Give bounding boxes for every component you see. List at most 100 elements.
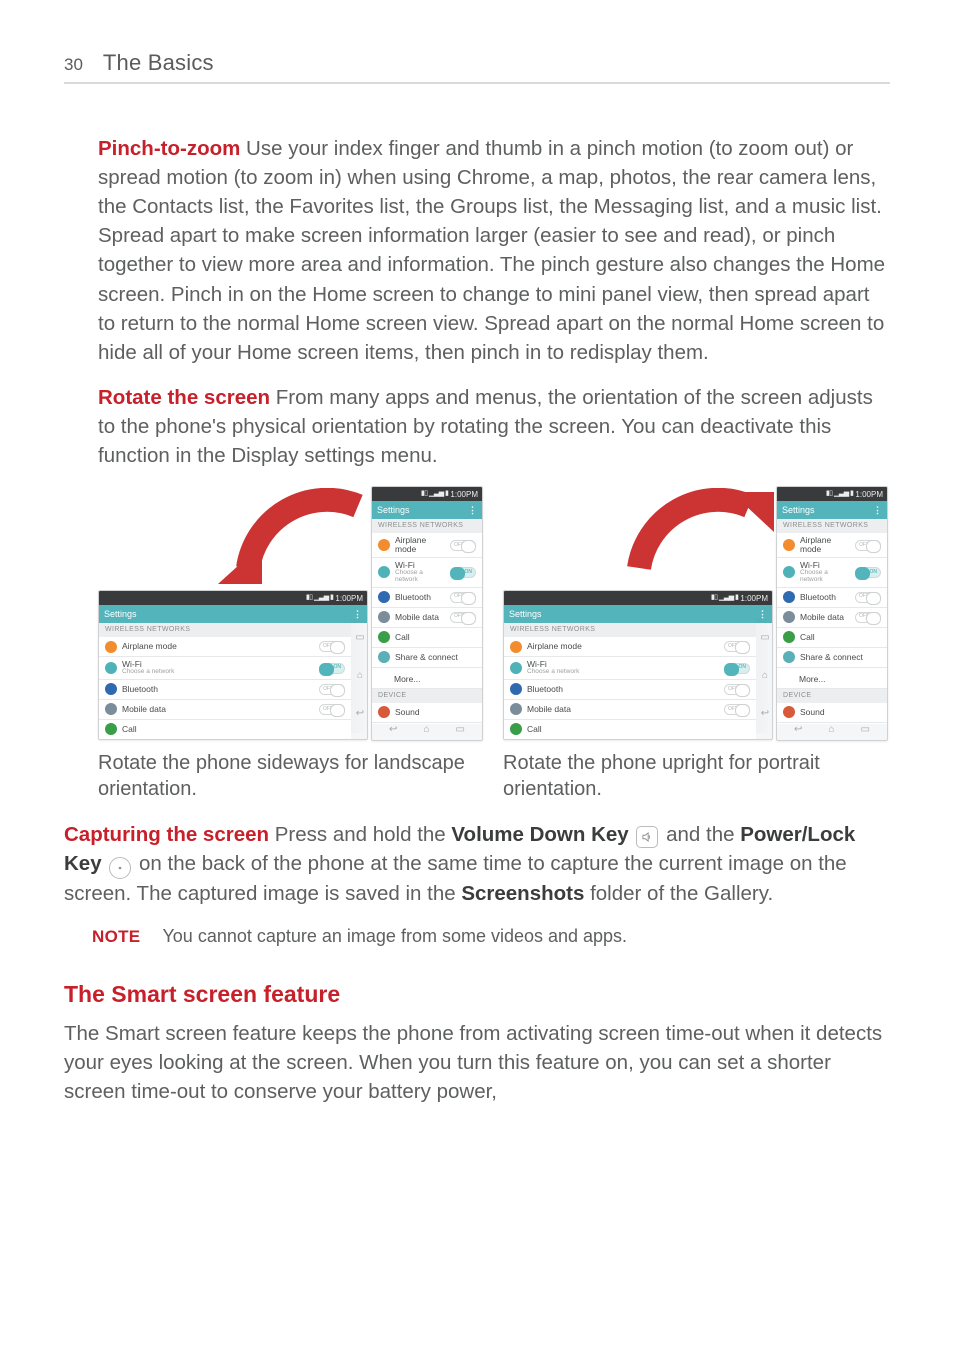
nav-back-icon: ↩ — [356, 707, 364, 721]
section-device: DEVICE — [777, 689, 887, 703]
caption-left: Rotate the phone sideways for landscape … — [98, 750, 485, 802]
page: 30 The Basics Pinch-to-zoom Use your ind… — [0, 0, 954, 1166]
status-bar: ▮▯ ▁▃▅ ▮ 1:00PM — [99, 591, 367, 605]
text-pinch: Use your index finger and thumb in a pin… — [98, 137, 885, 364]
phone-portrait: ▮▯ ▁▃▅ ▮ 1:00PM Settings ⋮ WIRELESS NETW… — [776, 486, 888, 741]
wifi-icon — [510, 662, 522, 674]
bt-toggle: OFF — [724, 684, 750, 695]
row-airplane: Airplane modeOFF — [504, 637, 756, 657]
title-bar: Settings ⋮ — [504, 605, 772, 623]
paragraph-rotate: Rotate the screen From many apps and men… — [98, 383, 890, 470]
section-wireless: WIRELESS NETWORKS — [504, 623, 756, 637]
settings-list: WIRELESS NETWORKS Airplane modeOFF Wi-Fi… — [504, 623, 756, 739]
status-bar: ▮▯ ▁▃▅ ▮ 1:00PM — [777, 487, 887, 501]
paragraph-pinch: Pinch-to-zoom Use your index finger and … — [98, 134, 890, 367]
figure-row: ▮▯ ▁▃▅ ▮ 1:00PM Settings ⋮ WIRELESS NETW… — [98, 486, 890, 802]
row-md-label: Mobile data — [122, 705, 314, 714]
paragraph-smart-screen: The Smart screen feature keeps the phone… — [64, 1019, 890, 1106]
bt-toggle: OFF — [855, 592, 881, 603]
title-bar-text: Settings — [782, 504, 815, 517]
row-mobile-data: Mobile dataOFF — [504, 700, 756, 720]
title-bar-text: Settings — [509, 608, 542, 621]
row-bt-label: Bluetooth — [122, 685, 314, 694]
lead-pinch: Pinch-to-zoom — [98, 137, 240, 160]
airplane-icon — [378, 539, 390, 551]
title-bar: Settings ⋮ — [777, 501, 887, 519]
bluetooth-icon — [105, 683, 117, 695]
wifi-icon — [783, 566, 795, 578]
section-wireless: WIRELESS NETWORKS — [777, 519, 887, 533]
section-wireless: WIRELESS NETWORKS — [372, 519, 482, 533]
row-wifi: Wi-FiChoose a network ON — [99, 657, 351, 680]
airplane-toggle: OFF — [450, 540, 476, 551]
bluetooth-icon — [378, 591, 390, 603]
caption-right: Rotate the phone upright for portrait or… — [503, 750, 890, 802]
lead-rotate: Rotate the screen — [98, 386, 270, 409]
call-icon — [378, 631, 390, 643]
row-call: Call — [372, 628, 482, 648]
airplane-toggle: OFF — [855, 540, 881, 551]
wifi-toggle: ON — [319, 663, 345, 674]
call-icon — [783, 631, 795, 643]
share-icon — [378, 651, 390, 663]
row-wifi: Wi-FiChoose a networkON — [777, 558, 887, 588]
section-heading-smart-screen: The Smart screen feature — [64, 978, 890, 1011]
row-sound: Sound — [372, 703, 482, 723]
lead-capture: Capturing the screen — [64, 823, 269, 846]
wifi-toggle: ON — [724, 663, 750, 674]
row-call: Call — [777, 628, 887, 648]
running-title: The Basics — [103, 50, 214, 76]
settings-list: WIRELESS NETWORKS Airplane modeOFF Wi-Fi… — [372, 519, 482, 724]
overflow-icon: ⋮ — [873, 504, 882, 517]
settings-list: WIRELESS NETWORKS Airplane mode OFF Wi-F… — [99, 623, 351, 739]
overflow-icon: ⋮ — [468, 504, 477, 517]
wifi-icon — [378, 566, 390, 578]
nav-back-icon: ↩ — [794, 723, 802, 737]
wifi-toggle: ON — [450, 567, 476, 578]
airplane-toggle: OFF — [319, 641, 345, 652]
arrow-ccw-icon — [218, 488, 373, 588]
row-airplane: Airplane modeOFF — [372, 533, 482, 558]
nav-keys: ↩ ⌂ ▭ — [781, 722, 883, 738]
mobile-data-icon — [510, 703, 522, 715]
nav-keys: ▭ ⌂ ↩ — [351, 619, 368, 733]
title-bar-text: Settings — [377, 504, 410, 517]
running-header: 30 The Basics — [64, 50, 890, 84]
wifi-icon — [105, 662, 117, 674]
row-sound: Sound — [777, 703, 887, 723]
status-time: 1:00PM — [450, 489, 478, 500]
signal-icon: ▮▯ ▁▃▅ ▮ — [306, 593, 334, 603]
text-capture-mid1: and the — [660, 823, 740, 846]
row-wifi-sub: Choose a network — [122, 669, 314, 676]
phone-landscape: ▮▯ ▁▃▅ ▮ 1:00PM Settings ⋮ WIRELESS NETW… — [503, 590, 773, 740]
row-call-label: Call — [122, 725, 345, 734]
share-icon — [783, 651, 795, 663]
nav-keys: ↩ ⌂ ▭ — [376, 722, 478, 738]
status-bar: ▮▯ ▁▃▅ ▮ 1:00PM — [372, 487, 482, 501]
mobile-data-icon — [783, 611, 795, 623]
note-label: NOTE — [92, 925, 140, 949]
bt-toggle: OFF — [319, 684, 345, 695]
title-bar-text: Settings — [104, 608, 137, 621]
row-wifi: Wi-FiChoose a networkON — [372, 558, 482, 588]
section-wireless: WIRELESS NETWORKS — [99, 623, 351, 637]
mobile-data-icon — [378, 611, 390, 623]
section-device: DEVICE — [372, 689, 482, 703]
volume-down-key-icon — [636, 826, 658, 848]
figure-right: ▮▯ ▁▃▅ ▮ 1:00PM Settings ⋮ WIRELESS NETW… — [503, 486, 890, 802]
title-bar: Settings ⋮ — [99, 605, 367, 623]
call-icon — [510, 723, 522, 735]
md-toggle: OFF — [855, 612, 881, 623]
airplane-icon — [783, 539, 795, 551]
row-more: More... — [777, 668, 887, 689]
sound-icon — [378, 706, 390, 718]
bluetooth-icon — [783, 591, 795, 603]
status-time: 1:00PM — [740, 593, 768, 604]
title-bar: Settings ⋮ — [372, 501, 482, 519]
phone-landscape: ▮▯ ▁▃▅ ▮ 1:00PM Settings ⋮ WIRELESS NETW… — [98, 590, 368, 740]
airplane-icon — [510, 641, 522, 653]
md-toggle: OFF — [319, 704, 345, 715]
row-airplane: Airplane mode OFF — [99, 637, 351, 657]
status-bar: ▮▯ ▁▃▅ ▮ 1:00PM — [504, 591, 772, 605]
row-call: Call — [504, 720, 756, 739]
